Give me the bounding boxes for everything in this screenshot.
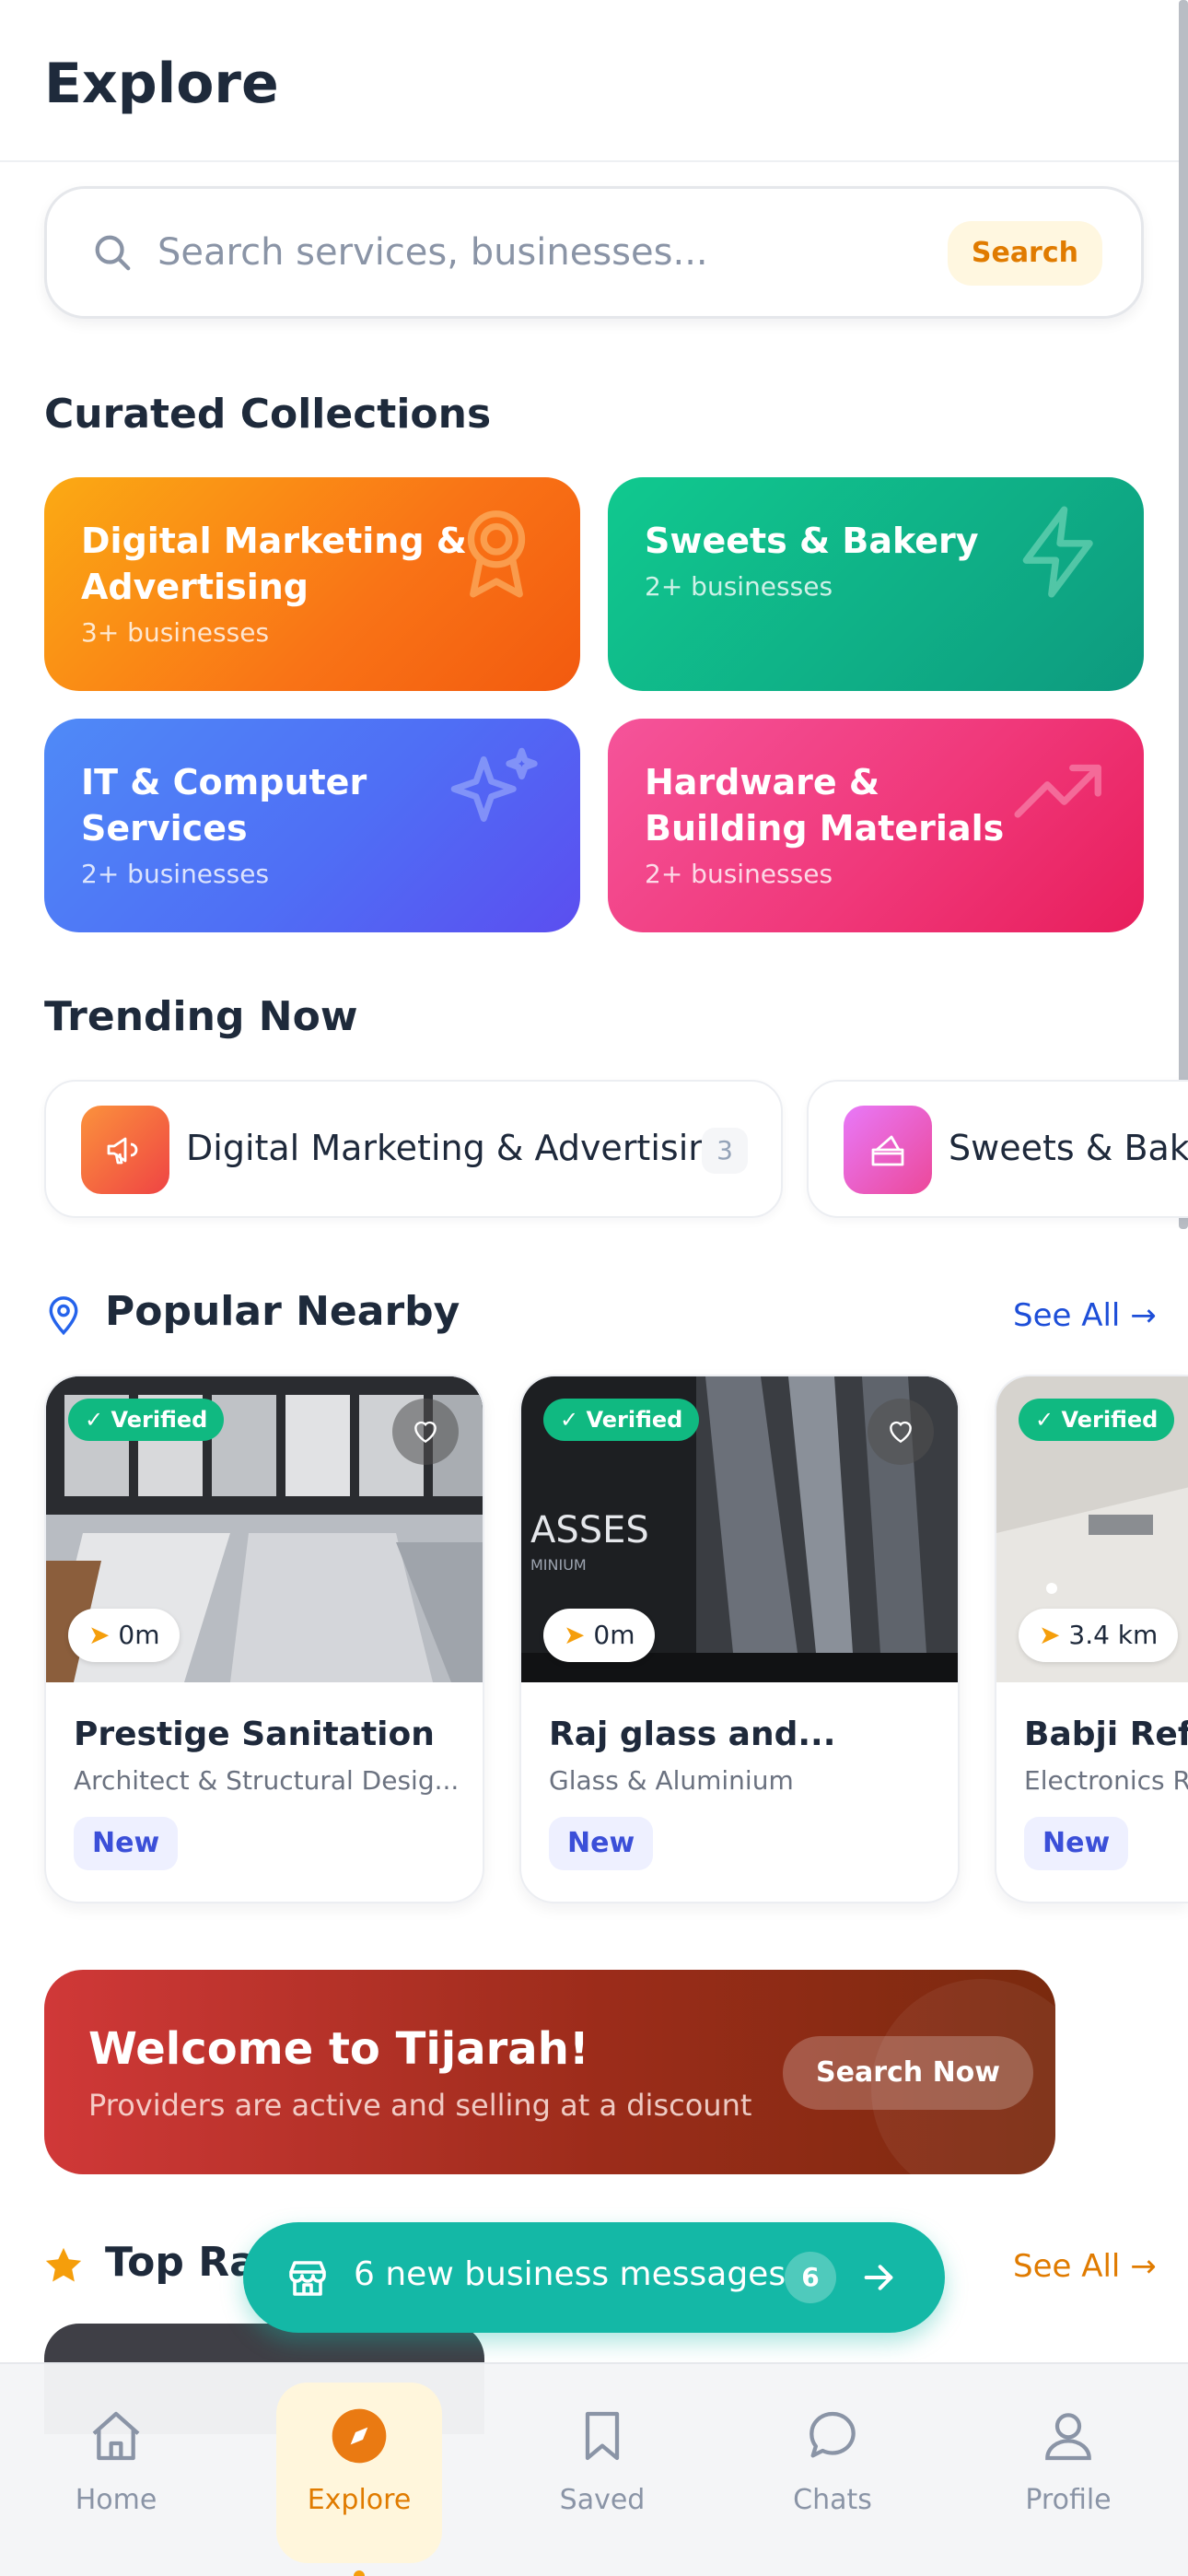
trending-label: Digital Marketing & Advertising [186,1128,733,1168]
svg-text:ASSES: ASSES [530,1509,649,1551]
business-category: Glass & Aluminium [549,1765,794,1796]
search-input[interactable] [157,222,857,283]
section-title-popular: Popular Nearby [105,1288,460,1335]
bookmark-icon [585,2411,620,2461]
app-header: Explore [0,0,1188,162]
business-category: Architect & Structural Desig... [74,1765,460,1796]
collection-card-hardware[interactable]: Hardware & Building Materials 2+ busines… [608,719,1144,932]
search-now-button[interactable]: Search Now [783,2036,1034,2110]
store-icon [289,2261,326,2296]
distance-value: 3.4 km [1068,1620,1159,1650]
see-all-popular-link[interactable]: See All → [1013,1297,1157,1334]
tab-home[interactable]: Home [33,2383,199,2563]
active-indicator-dot [354,2570,365,2576]
award-icon [467,510,526,598]
collection-card-sweets-bakery[interactable]: Sweets & Bakery 2+ businesses [608,477,1144,691]
megaphone-icon [81,1106,169,1194]
sparkles-icon [450,747,538,822]
cake-icon [844,1106,932,1194]
heart-icon [890,1421,912,1444]
trending-item-digital-marketing[interactable]: Digital Marketing & Advertising 3 [44,1080,783,1218]
tab-chats[interactable]: Chats [750,2383,915,2563]
promo-banner: Welcome to Tijarah! Providers are active… [44,1970,1055,2174]
new-badge: New [74,1817,179,1870]
heart-icon [414,1421,437,1444]
verified-badge: ✓ Verified [68,1399,225,1441]
distance-chip: ➤ 0m [68,1609,181,1662]
see-all-label: See All [1013,1297,1121,1334]
section-title-top-rated: Top Ra [105,2239,257,2286]
business-name: Babji Refri [1024,1715,1188,1753]
tab-explore[interactable]: Explore [276,2383,442,2576]
lightning-icon [1022,506,1093,598]
collection-card-it-computer[interactable]: IT & Computer Services 2+ businesses [44,719,580,932]
verified-badge: ✓ Verified [1019,1399,1175,1441]
collection-subtitle: 3+ businesses [81,617,270,648]
svg-text:MINIUM: MINIUM [530,1556,587,1574]
business-name: Prestige Sanitation [74,1715,435,1753]
tab-label: Home [75,2484,157,2516]
trending-up-icon [1014,764,1101,818]
navigation-icon: ➤ [564,1620,586,1650]
search-button[interactable]: Search [947,221,1102,286]
collection-card-digital-marketing[interactable]: Digital Marketing & Advertising 3+ busin… [44,477,580,691]
distance-value: 0m [118,1620,160,1650]
star-icon [45,2247,82,2282]
new-badge: New [549,1817,654,1870]
business-card-raj-glass[interactable]: ASSES MINIUM ✓ Verified ➤ 0m Raj glass a… [519,1375,960,1903]
distance-value: 0m [593,1620,635,1650]
toast-count-badge: 6 [785,2252,836,2303]
collection-subtitle: 2+ businesses [645,859,833,889]
compass-icon [332,2408,387,2464]
collection-title: Digital Marketing & Advertising [81,521,467,607]
trending-count: 3 [702,1128,748,1174]
toast-text: 6 new business messages [354,2255,786,2293]
tab-label: Saved [559,2484,646,2516]
navigation-icon: ➤ [88,1620,111,1650]
verified-badge: ✓ Verified [543,1399,700,1441]
business-category: Electronics R [1024,1765,1188,1796]
business-card-prestige-sanitation[interactable]: ✓ Verified ➤ 0m Prestige Sanitation Arch… [44,1375,484,1903]
tab-profile[interactable]: Profile [985,2383,1151,2563]
arrow-right-icon [864,2265,893,2290]
business-card-babji-refri[interactable]: ✓ Verified ➤ 3.4 km Babji Refri Electron… [995,1375,1188,1903]
collection-title: Sweets & Bakery [645,521,979,561]
section-title-trending: Trending Now [44,993,358,1040]
map-pin-icon [49,1296,78,1336]
user-icon [1045,2413,1091,2461]
messages-toast[interactable]: 6 new business messages 6 [243,2222,945,2333]
trending-item-sweets-bakery[interactable]: Sweets & Bakery [807,1080,1188,1218]
section-title-collections: Curated Collections [44,391,492,438]
search-icon [95,235,131,271]
collection-title: Hardware & Building Materials [645,762,1005,849]
tab-label: Explore [307,2484,412,2516]
verified-label: Verified [1061,1407,1159,1433]
tab-label: Chats [793,2484,872,2516]
tab-label: Profile [1025,2484,1112,2516]
business-name: Raj glass and... [549,1715,836,1753]
chat-icon [809,2411,856,2458]
favorite-button[interactable] [868,1399,934,1465]
see-all-label: See All [1013,2248,1121,2285]
verified-label: Verified [111,1407,208,1433]
bottom-tab-bar: Home Explore Saved Chats Profile [0,2362,1188,2576]
see-all-top-rated-link[interactable]: See All → [1013,2248,1157,2285]
search-bar: Search [44,186,1144,319]
distance-chip: ➤ 0m [543,1609,656,1662]
favorite-button[interactable] [392,1399,459,1465]
home-icon [92,2411,140,2461]
distance-chip: ➤ 3.4 km [1019,1609,1179,1662]
trending-label: Sweets & Bakery [949,1128,1188,1168]
navigation-icon: ➤ [1039,1620,1061,1650]
scrollbar[interactable] [1179,0,1188,1229]
page-title: Explore [44,52,279,116]
tab-saved[interactable]: Saved [519,2383,685,2563]
promo-subtitle: Providers are active and selling at a di… [88,2088,752,2123]
new-badge: New [1024,1817,1129,1870]
verified-label: Verified [586,1407,683,1433]
promo-title: Welcome to Tijarah! [88,2023,589,2075]
collection-subtitle: 2+ businesses [81,859,270,889]
